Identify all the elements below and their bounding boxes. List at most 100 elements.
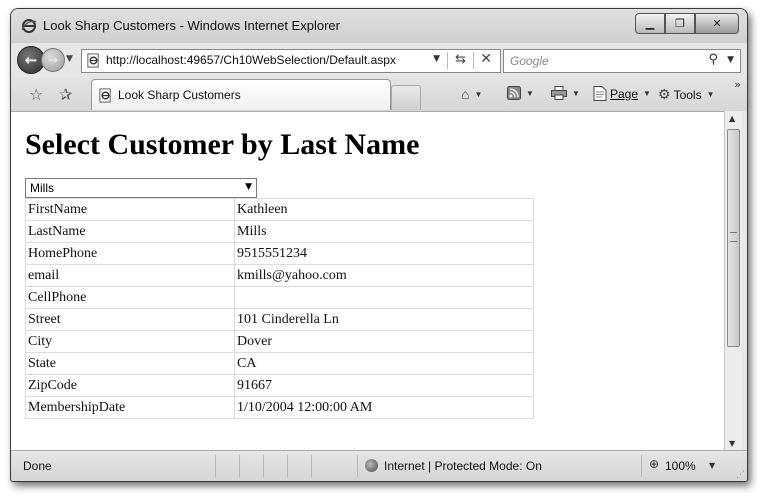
table-row: FirstName Kathleen bbox=[25, 198, 534, 221]
field-name: ZipCode bbox=[25, 374, 235, 397]
security-zone[interactable]: Internet | Protected Mode: On bbox=[384, 459, 542, 473]
window-controls: ▁ ❐ ✕ bbox=[635, 13, 739, 34]
page-dropdown-icon: ▼ bbox=[643, 89, 651, 98]
window-title: Look Sharp Customers - Windows Internet … bbox=[43, 18, 340, 33]
address-url[interactable]: http://localhost:49657/Ch10WebSelection/… bbox=[106, 53, 396, 67]
feeds-dropdown-icon: ▼ bbox=[526, 88, 534, 98]
field-name: City bbox=[25, 330, 235, 353]
refresh-icon[interactable]: ⇆ bbox=[455, 52, 466, 67]
field-value bbox=[234, 286, 534, 309]
rss-feed-icon bbox=[507, 86, 521, 100]
page-favicon-icon bbox=[87, 53, 99, 68]
status-divider bbox=[263, 455, 264, 477]
new-tab-button[interactable] bbox=[391, 85, 421, 110]
status-divider bbox=[641, 455, 642, 477]
resize-grip-icon[interactable]: ⋰ bbox=[736, 470, 745, 480]
status-bar: Done Internet | Protected Mode: On ⊕ 100… bbox=[11, 450, 747, 481]
favorites-star-icon[interactable]: ☆ bbox=[29, 85, 43, 104]
table-row: email kmills@yahoo.com bbox=[25, 264, 534, 287]
field-value: Mills bbox=[234, 220, 534, 243]
field-name: HomePhone bbox=[25, 242, 235, 265]
home-icon: ⌂ bbox=[461, 86, 470, 102]
page-menu-button[interactable]: Page ▼ bbox=[593, 86, 651, 101]
customer-details-view: FirstName Kathleen LastName Mills HomePhon… bbox=[25, 198, 534, 419]
field-name: email bbox=[25, 264, 235, 287]
table-row: City Dover bbox=[25, 330, 534, 353]
recent-pages-dropdown-icon[interactable]: ▼ bbox=[66, 54, 73, 64]
search-placeholder[interactable]: Google bbox=[510, 54, 549, 68]
add-favorites-icon[interactable]: ✰ bbox=[59, 85, 72, 104]
forward-arrow-icon: → bbox=[47, 53, 59, 67]
field-name: State bbox=[25, 352, 235, 375]
zoom-icon[interactable]: ⊕ bbox=[649, 457, 659, 471]
search-icon[interactable]: ⚲ bbox=[708, 52, 718, 67]
browser-window: Look Sharp Customers - Windows Internet … bbox=[10, 8, 748, 482]
tab-bar: ☆ ✰ Look Sharp Customers ⌂ ▼ ▼ ▼ Page ▼ … bbox=[11, 77, 747, 111]
status-text: Done bbox=[23, 459, 52, 473]
print-dropdown-icon: ▼ bbox=[572, 88, 580, 98]
scrollbar-grip bbox=[730, 232, 737, 242]
field-value: Dover bbox=[234, 330, 534, 353]
address-dropdown-icon[interactable]: ▼ bbox=[433, 54, 440, 64]
page-menu-label: Page bbox=[610, 86, 639, 101]
table-row: ZipCode 91667 bbox=[25, 374, 534, 397]
field-value: Kathleen bbox=[234, 198, 534, 221]
field-name: MembershipDate bbox=[25, 396, 235, 419]
table-row: State CA bbox=[25, 352, 534, 375]
status-divider bbox=[311, 455, 312, 477]
forward-button[interactable]: → bbox=[41, 48, 65, 72]
page-content: Select Customer by Last Name Mills ▼ Fir… bbox=[11, 111, 724, 451]
maximize-icon: ❐ bbox=[675, 17, 685, 30]
home-dropdown-icon: ▼ bbox=[474, 89, 483, 99]
maximize-button[interactable]: ❐ bbox=[665, 13, 695, 34]
address-bar[interactable]: http://localhost:49657/Ch10WebSelection/… bbox=[81, 49, 501, 73]
table-row: LastName Mills bbox=[25, 220, 534, 243]
tab-look-sharp-customers[interactable]: Look Sharp Customers bbox=[91, 79, 391, 110]
minimize-button[interactable]: ▁ bbox=[635, 13, 665, 34]
scroll-down-arrow-icon[interactable]: ▼ bbox=[729, 439, 735, 448]
more-commands-chevron-icon[interactable]: » bbox=[734, 78, 741, 91]
status-divider bbox=[287, 455, 288, 477]
search-box[interactable]: Google ⚲ ▼ bbox=[503, 49, 741, 73]
address-divider bbox=[447, 52, 448, 69]
table-row: CellPhone bbox=[25, 286, 534, 309]
field-name: LastName bbox=[25, 220, 235, 243]
title-bar[interactable]: Look Sharp Customers - Windows Internet … bbox=[11, 9, 747, 43]
last-name-dropdown[interactable]: Mills ▼ bbox=[25, 178, 257, 198]
print-icon bbox=[551, 86, 567, 100]
back-arrow-icon: ← bbox=[24, 51, 38, 69]
navigation-bar: ← → ▼ http://localhost:49657/Ch10WebSele… bbox=[11, 43, 747, 77]
address-divider bbox=[473, 52, 474, 69]
search-options-dropdown-icon[interactable]: ▼ bbox=[727, 55, 734, 65]
field-value: 101 Cinderella Ln bbox=[234, 308, 534, 331]
stop-icon[interactable]: ✕ bbox=[480, 51, 492, 67]
field-value: 1/10/2004 12:00:00 AM bbox=[234, 396, 534, 419]
table-row: MembershipDate 1/10/2004 12:00:00 AM bbox=[25, 396, 534, 419]
close-button[interactable]: ✕ bbox=[695, 13, 739, 34]
table-row: HomePhone 9515551234 bbox=[25, 242, 534, 265]
last-name-selected-value: Mills bbox=[30, 181, 54, 195]
vertical-scrollbar[interactable]: ▲ ▼ bbox=[724, 111, 742, 450]
minimize-icon: ▁ bbox=[645, 17, 655, 30]
home-button[interactable]: ⌂ ▼ bbox=[461, 86, 482, 102]
tools-menu-label: Tools bbox=[673, 87, 702, 102]
ie-logo-icon bbox=[21, 19, 37, 33]
field-value: kmills@yahoo.com bbox=[234, 264, 534, 287]
scroll-up-arrow-icon[interactable]: ▲ bbox=[729, 114, 735, 123]
globe-icon bbox=[365, 459, 378, 472]
chevron-down-icon[interactable]: ▼ bbox=[245, 182, 252, 192]
field-name: Street bbox=[25, 308, 235, 331]
field-value: 91667 bbox=[234, 374, 534, 397]
page-title: Select Customer by Last Name bbox=[25, 128, 420, 161]
zoom-level[interactable]: 100% bbox=[665, 459, 696, 473]
field-value: CA bbox=[234, 352, 534, 375]
zoom-dropdown-icon[interactable]: ▼ bbox=[709, 461, 715, 470]
feeds-button[interactable]: ▼ bbox=[507, 86, 534, 100]
field-value: 9515551234 bbox=[234, 242, 534, 265]
tools-menu-button[interactable]: ⚙ Tools ▼ bbox=[658, 86, 715, 103]
print-button[interactable]: ▼ bbox=[551, 86, 580, 100]
page-favicon-icon bbox=[99, 88, 111, 103]
scrollbar-thumb[interactable] bbox=[727, 129, 740, 347]
tools-dropdown-icon: ▼ bbox=[706, 90, 715, 99]
status-divider bbox=[357, 455, 358, 477]
